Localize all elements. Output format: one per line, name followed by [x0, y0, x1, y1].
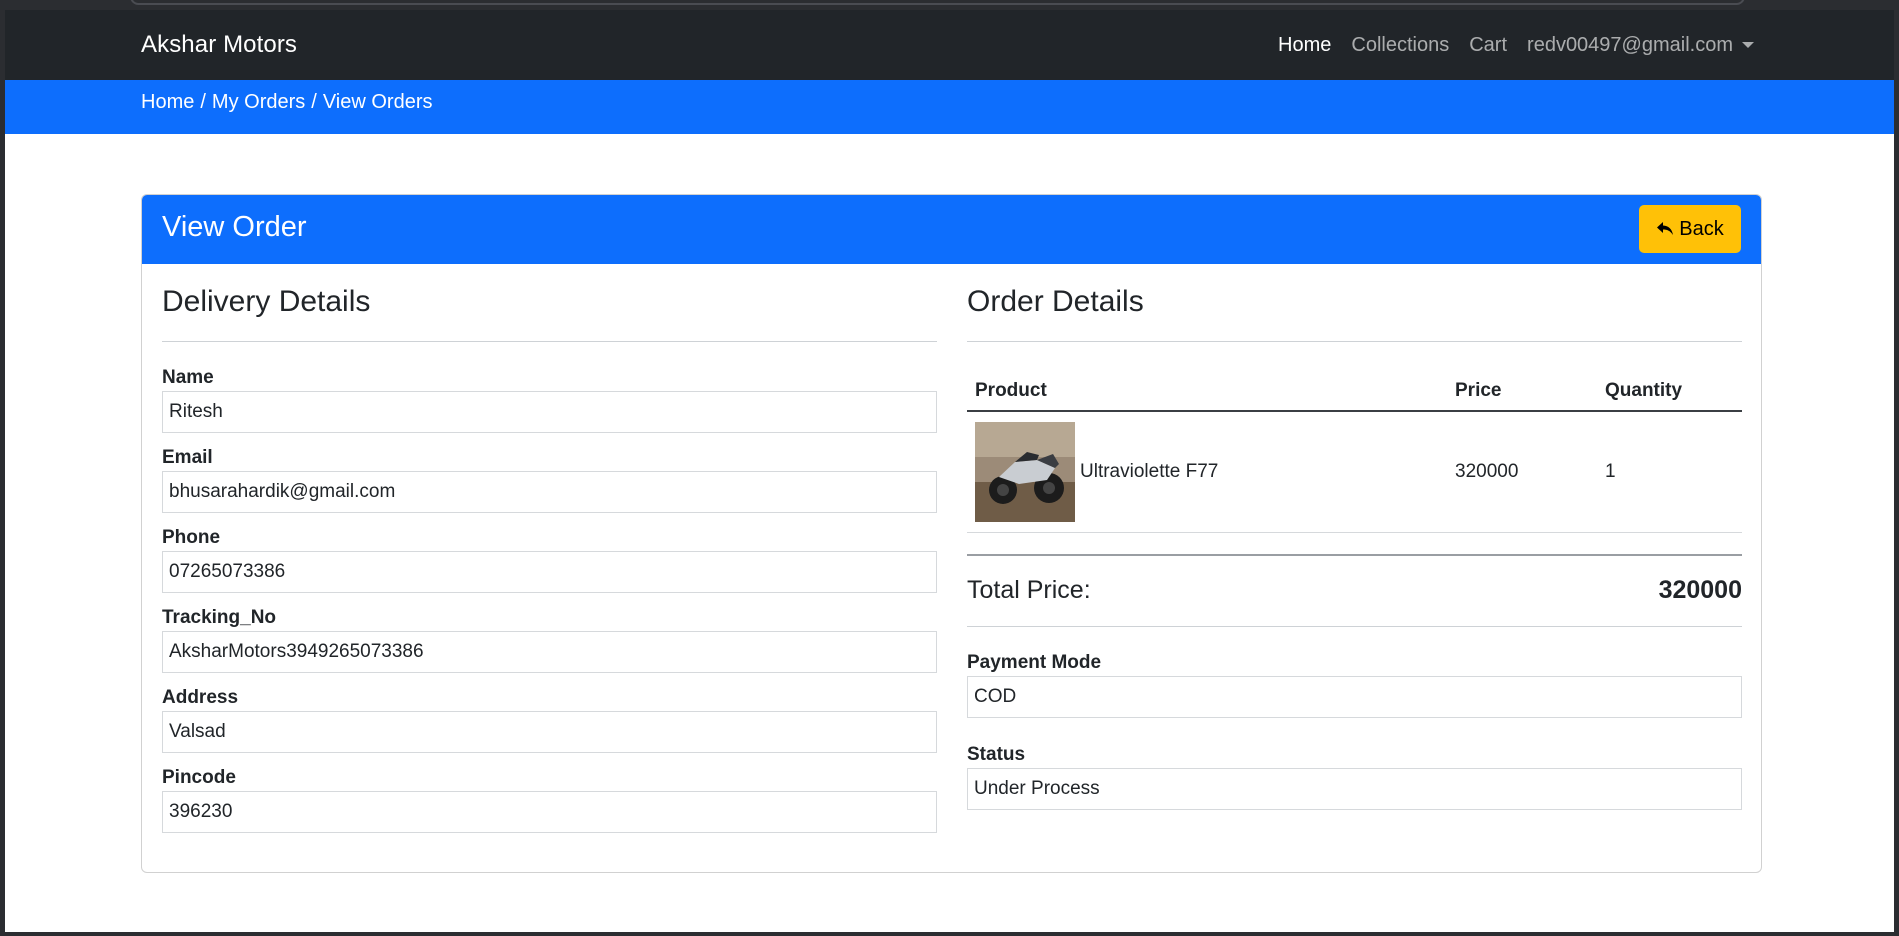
pincode-label: Pincode [162, 767, 236, 788]
nav-link-home[interactable]: Home [1278, 34, 1331, 57]
nav-link-collections[interactable]: Collections [1351, 34, 1449, 57]
status-label: Status [967, 743, 1026, 765]
email-field[interactable]: bhusarahardik@gmail.com [162, 471, 937, 513]
back-button[interactable]: Back [1639, 205, 1741, 253]
product-image [975, 421, 1075, 522]
phone-field[interactable]: 07265073386 [162, 551, 937, 593]
divider [162, 341, 937, 342]
card-header: View Order Back [142, 195, 1761, 264]
breadcrumb-home[interactable]: Home [141, 91, 194, 113]
email-label: Email [162, 447, 213, 468]
divider [967, 341, 1742, 342]
user-email: redv00497@gmail.com [1527, 34, 1733, 56]
column-header-quantity: Quantity [1597, 371, 1742, 412]
brand-logo[interactable]: Akshar Motors [141, 31, 297, 59]
status-field[interactable]: Under Process [967, 767, 1742, 810]
quantity-cell: 1 [1597, 411, 1742, 533]
pincode-field[interactable]: 396230 [162, 791, 937, 833]
column-header-price: Price [1447, 371, 1597, 412]
total-price-value: 320000 [1658, 576, 1742, 604]
breadcrumb-separator: / [311, 91, 317, 113]
reply-arrow-icon [1657, 222, 1674, 235]
breadcrumb: Home / My Orders / View Orders [141, 91, 433, 114]
address-field[interactable]: Valsad [162, 711, 937, 753]
name-field[interactable]: Ritesh [162, 391, 937, 433]
total-price-label: Total Price: [967, 576, 1091, 604]
breadcrumb-view-orders[interactable]: View Orders [323, 91, 433, 113]
navbar: Akshar Motors Home Collections Cart redv… [5, 10, 1894, 80]
page-frame: Akshar Motors Home Collections Cart redv… [5, 10, 1894, 932]
browser-address-bar[interactable] [130, 0, 1745, 5]
address-label: Address [162, 687, 239, 708]
view-order-card: View Order Back Delivery Details Name Ri… [141, 194, 1762, 873]
motorcycle-icon [975, 421, 1075, 522]
price-cell: 320000 [1447, 411, 1597, 533]
user-dropdown[interactable]: redv00497@gmail.com [1527, 34, 1754, 57]
page-title: View Order [162, 211, 307, 243]
nav-link-cart[interactable]: Cart [1469, 34, 1507, 57]
nav-links: Home Collections Cart redv00497@gmail.co… [1258, 34, 1754, 57]
name-label: Name [162, 367, 214, 388]
product-name: Ultraviolette F77 [1080, 460, 1219, 482]
column-header-product: Product [967, 371, 1447, 412]
breadcrumb-my-orders[interactable]: My Orders [212, 91, 305, 113]
table-header-row: Product Price Quantity [967, 371, 1742, 412]
payment-mode-field[interactable]: COD [967, 675, 1742, 718]
delivery-details-column: Delivery Details Name Ritesh Email bhusa… [162, 264, 937, 833]
divider [967, 625, 1742, 627]
back-button-label: Back [1679, 217, 1724, 240]
breadcrumb-separator: / [200, 91, 206, 113]
product-cell: Ultraviolette F77 [967, 411, 1447, 533]
order-details-column: Order Details Product Price Quantity Ult… [967, 264, 1742, 810]
order-details-title: Order Details [967, 285, 1144, 318]
delivery-details-title: Delivery Details [162, 285, 371, 318]
total-price-row: Total Price: 320000 [967, 556, 1742, 626]
table-row: Ultraviolette F77 320000 1 [967, 411, 1742, 533]
phone-label: Phone [162, 527, 221, 548]
tracking-no-label: Tracking_No [162, 607, 277, 628]
payment-mode-label: Payment Mode [967, 651, 1102, 673]
tracking-no-field[interactable]: AksharMotors3949265073386 [162, 631, 937, 673]
order-items-table: Product Price Quantity Ultraviolette F77… [967, 371, 1742, 533]
breadcrumb-bar: Home / My Orders / View Orders [5, 80, 1894, 134]
caret-down-icon [1742, 42, 1754, 48]
